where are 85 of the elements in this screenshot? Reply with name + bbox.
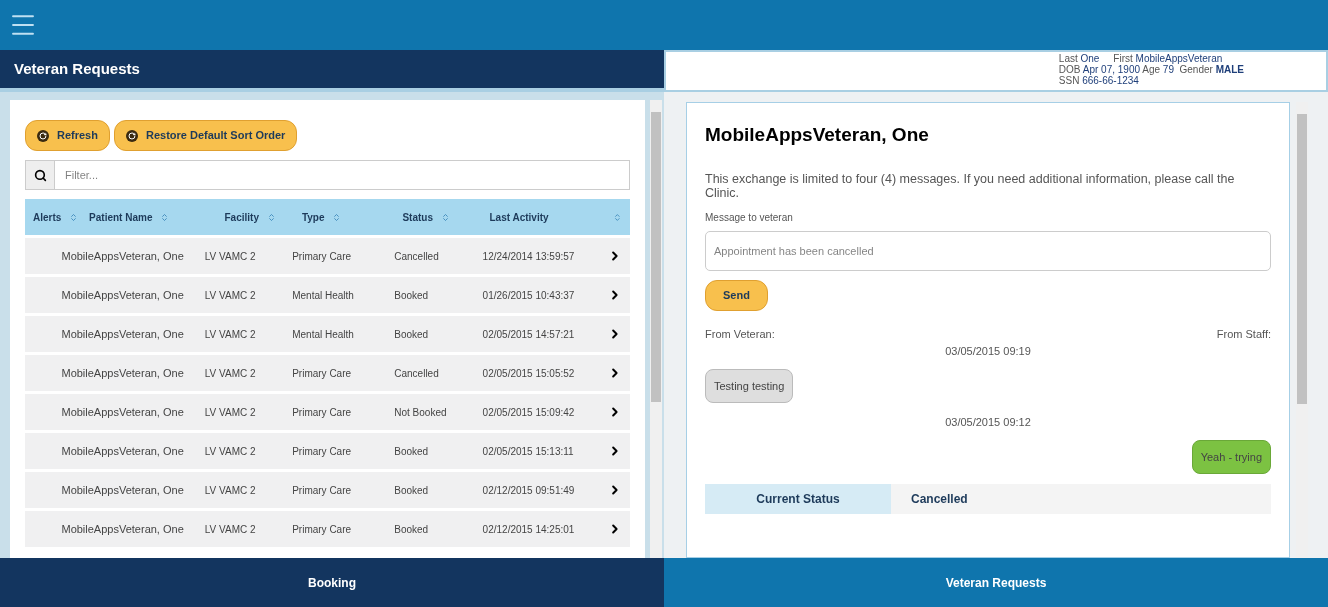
facility-cell: LV VAMC 2 <box>204 523 256 535</box>
type-cell: Primary Care <box>292 484 352 496</box>
facility-cell: LV VAMC 2 <box>204 250 256 262</box>
message-field[interactable]: Appointment has been cancelled <box>705 230 1271 271</box>
refresh-icon <box>125 129 138 142</box>
status-cell: Booked <box>394 484 429 496</box>
detail-title: MobileAppsVeteran, One <box>705 123 930 147</box>
type-cell: Primary Care <box>292 523 352 535</box>
patient-name-cell: MobileAppsVeteran, One <box>61 522 184 535</box>
from-veteran-label: From Veteran: <box>705 326 775 342</box>
patient-name-cell: MobileAppsVeteran, One <box>61 405 184 418</box>
last-activity-cell: 02/05/2015 14:57:21 <box>482 328 575 340</box>
type-cell: Primary Care <box>292 445 352 457</box>
sort-icon[interactable] <box>69 212 79 222</box>
column-header[interactable]: Alerts <box>33 209 62 225</box>
patient-name-cell: MobileAppsVeteran, One <box>61 444 184 457</box>
message-bubble: Testing testing <box>705 368 794 403</box>
facility-cell: LV VAMC 2 <box>204 484 256 496</box>
toolbar-button[interactable]: Refresh <box>25 120 110 151</box>
facility-cell: LV VAMC 2 <box>204 328 256 340</box>
patient-name-cell: MobileAppsVeteran, One <box>61 249 184 262</box>
column-header[interactable]: Status <box>402 209 433 225</box>
notice-text: This exchange is limited to four (4) messages. If you need additional information, please call the Clinic. <box>705 171 1236 200</box>
last-activity-cell: 12/24/2014 13:59:57 <box>482 250 575 262</box>
table-row[interactable]: MobileAppsVeteran, One LV VAMC 2 Primary Care Not Booked 02/05/2015 15:09:42 <box>25 394 630 430</box>
from-staff-label: From Staff: <box>1216 326 1271 342</box>
column-header[interactable]: Type <box>301 209 325 225</box>
last-activity-cell: 02/12/2015 09:51:49 <box>482 484 575 496</box>
facility-cell: LV VAMC 2 <box>204 406 256 418</box>
status-cell: Cancelled <box>394 250 439 262</box>
type-cell: Primary Care <box>292 250 352 262</box>
facility-cell: LV VAMC 2 <box>204 367 256 379</box>
sort-icon[interactable] <box>266 212 276 222</box>
last-activity-cell: 02/12/2015 14:25:01 <box>482 523 575 535</box>
refresh-icon <box>37 129 49 142</box>
status-cell: Booked <box>394 328 429 340</box>
send-button[interactable]: Send <box>705 279 768 311</box>
patient-dob-line: DOB Apr 07, 1900 Age 79 Gender MALE <box>1058 64 1244 75</box>
patient-name-cell: MobileAppsVeteran, One <box>61 366 184 379</box>
patient-ssn-line: SSN 666-66-1234 <box>1058 75 1140 86</box>
bottom-tab[interactable]: Veteran Requests <box>664 558 1328 607</box>
table-row[interactable]: MobileAppsVeteran, One LV VAMC 2 Primary Care Booked 02/05/2015 15:13:11 <box>25 433 630 469</box>
table-row[interactable]: MobileAppsVeteran, One LV VAMC 2 Primary Care Booked 02/12/2015 14:25:01 <box>25 511 630 547</box>
message-label: Message to veteran <box>705 210 794 225</box>
table-row[interactable]: MobileAppsVeteran, One LV VAMC 2 Primary Care Cancelled 12/24/2014 13:59:57 <box>25 238 630 274</box>
patient-name-cell: MobileAppsVeteran, One <box>61 327 184 340</box>
column-header[interactable]: Facility <box>224 209 259 225</box>
sort-icon[interactable] <box>441 212 450 222</box>
patient-name-cell: MobileAppsVeteran, One <box>61 288 184 301</box>
scrollbar[interactable] <box>650 100 662 558</box>
type-cell: Mental Health <box>292 289 354 301</box>
last-activity-cell: 02/05/2015 15:09:42 <box>482 406 575 418</box>
status-cell: Booked <box>394 289 429 301</box>
table-row[interactable]: MobileAppsVeteran, One LV VAMC 2 Mental Health Booked 02/05/2015 14:57:21 <box>25 316 630 352</box>
column-header[interactable]: Last Activity <box>489 209 549 225</box>
status-value-cell: Cancelled <box>891 484 1271 514</box>
sort-icon[interactable] <box>332 212 342 222</box>
column-header[interactable]: Patient Name <box>89 209 153 225</box>
type-cell: Mental Health <box>292 328 354 340</box>
header-title: Veteran Requests <box>14 58 140 79</box>
sort-icon[interactable] <box>160 212 170 222</box>
type-cell: Primary Care <box>292 406 352 418</box>
patient-name-line: Last One First MobileAppsVeteran <box>1058 53 1223 64</box>
status-cell: Not Booked <box>394 406 447 418</box>
table-row[interactable]: MobileAppsVeteran, One LV VAMC 2 Mental Health Booked 01/26/2015 10:43:37 <box>25 277 630 313</box>
message-time: 03/05/2015 09:19 <box>945 344 1031 359</box>
table-row[interactable]: MobileAppsVeteran, One LV VAMC 2 Primary Care Cancelled 02/05/2015 15:05:52 <box>25 355 630 391</box>
table-row[interactable]: MobileAppsVeteran, One LV VAMC 2 Primary Care Booked 02/12/2015 09:51:49 <box>25 472 630 508</box>
filter-field[interactable]: Filter... <box>55 160 630 190</box>
bottom-tab[interactable]: Booking <box>0 558 664 607</box>
status-cell: Cancelled <box>394 367 439 379</box>
last-activity-cell: 02/05/2015 15:13:11 <box>482 445 574 457</box>
last-activity-cell: 01/26/2015 10:43:37 <box>482 289 575 301</box>
last-activity-cell: 02/05/2015 15:05:52 <box>482 367 575 379</box>
status-cell: Booked <box>394 445 429 457</box>
patient-name-cell: MobileAppsVeteran, One <box>61 483 184 496</box>
status-label-cell: Current Status <box>705 484 891 514</box>
message-bubble: Yeah - trying <box>1191 439 1271 474</box>
toolbar-button[interactable]: Restore Default Sort Order <box>113 120 298 151</box>
type-cell: Primary Care <box>292 367 352 379</box>
search-icon <box>33 168 47 182</box>
facility-cell: LV VAMC 2 <box>204 289 256 301</box>
message-time: 03/05/2015 09:12 <box>945 415 1031 430</box>
status-cell: Booked <box>394 523 429 535</box>
facility-cell: LV VAMC 2 <box>204 445 256 457</box>
